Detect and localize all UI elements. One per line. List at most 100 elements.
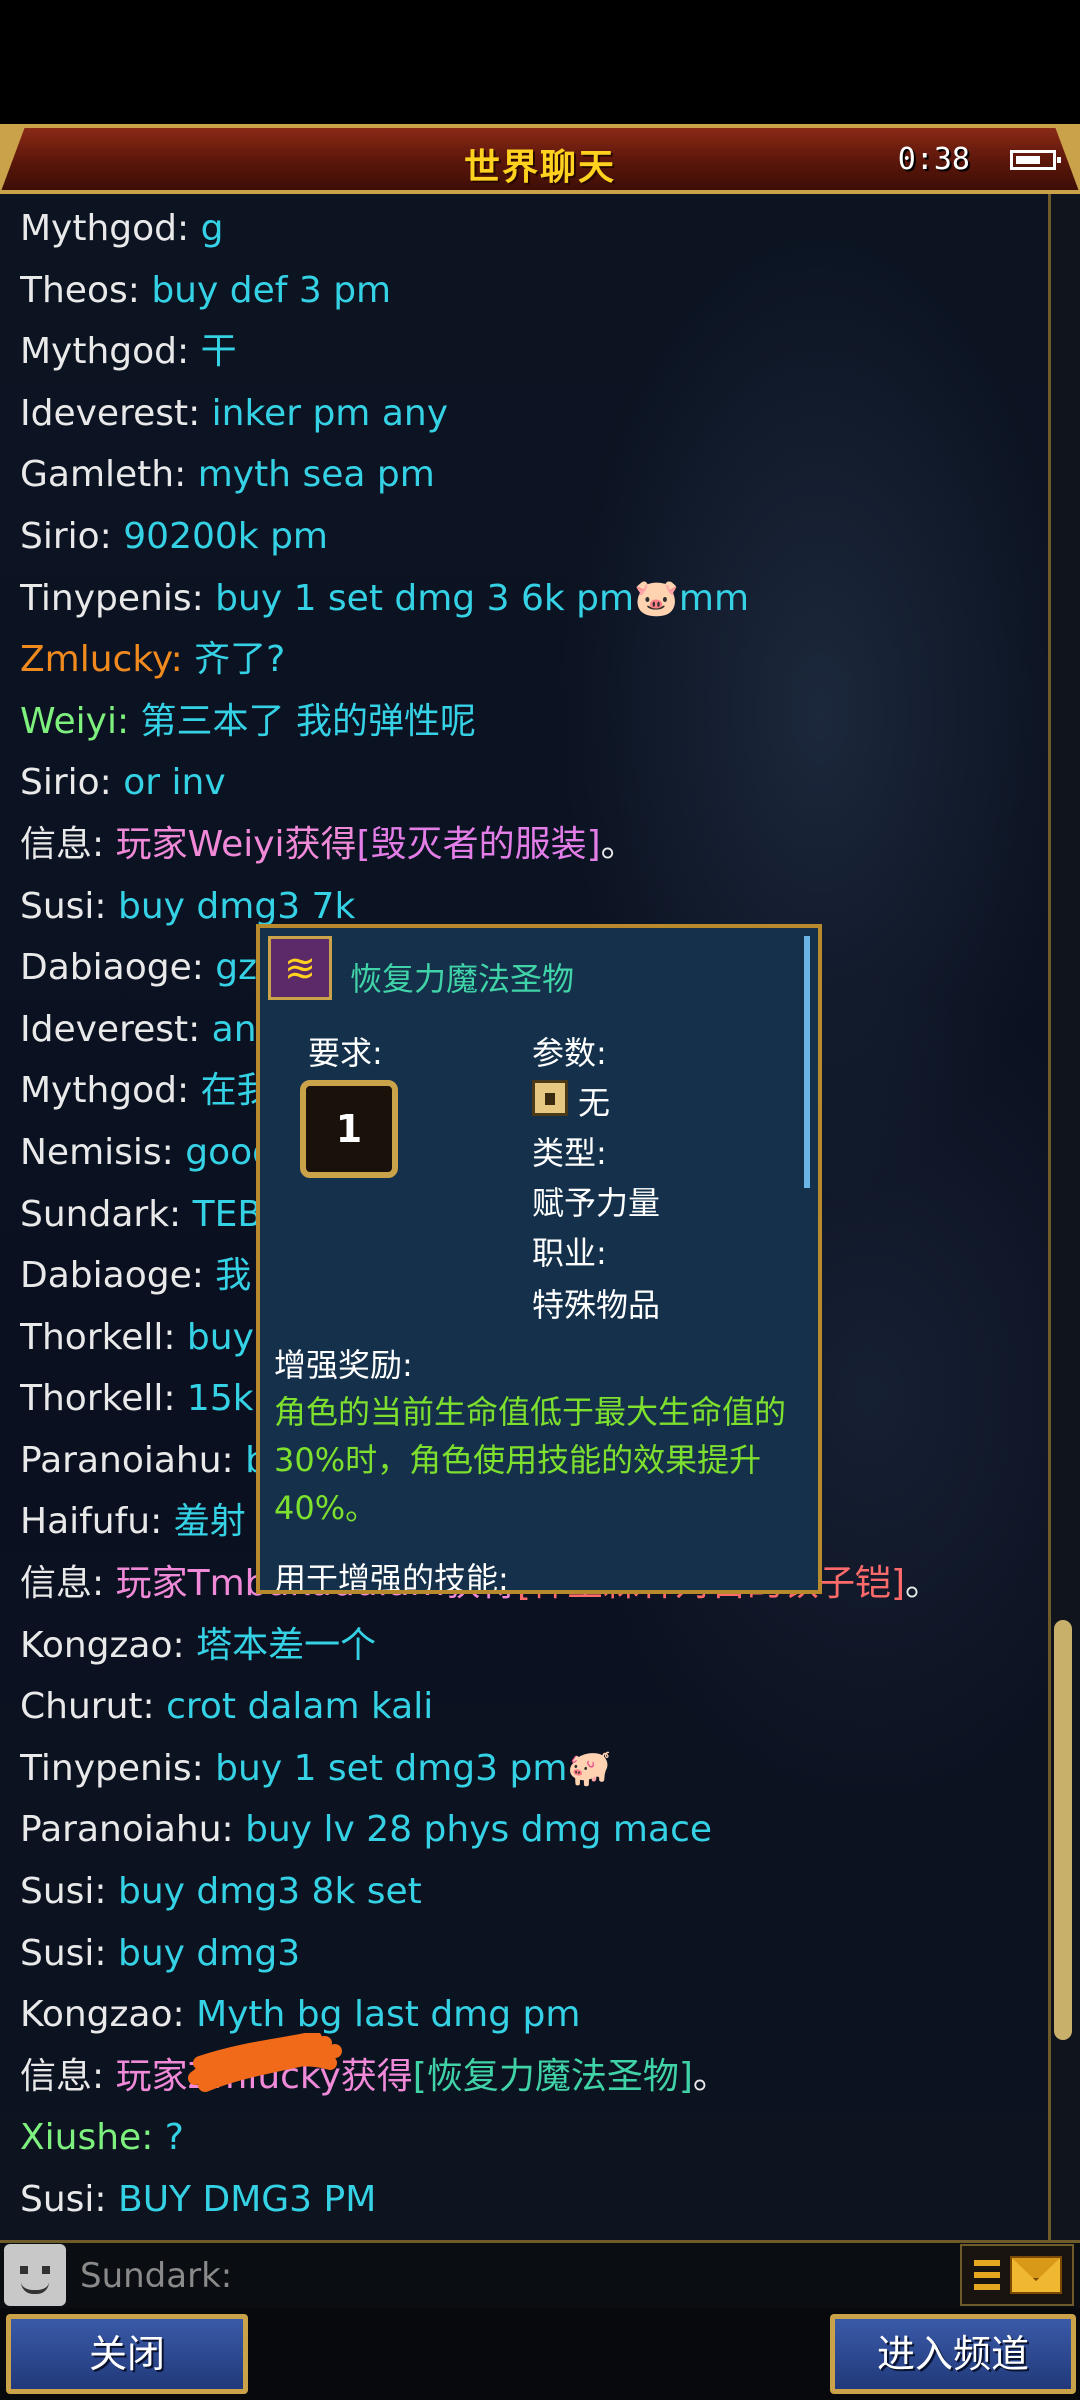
chat-sender-name[interactable]: Susi: bbox=[20, 1933, 107, 1974]
chat-sender-name[interactable]: Churut: bbox=[20, 1686, 155, 1727]
chat-message[interactable]: Zmlucky: 齐了? bbox=[20, 629, 1040, 691]
params-value: 无 bbox=[578, 1084, 611, 1122]
chat-message-suffix: 。 bbox=[600, 823, 637, 865]
close-button[interactable]: 关闭 bbox=[6, 2314, 248, 2394]
enhanced-skill-label: 用于增强的技能: bbox=[274, 1560, 509, 1594]
chat-message[interactable]: Mythgod: g bbox=[20, 198, 1040, 260]
chat-sender-name[interactable]: 信息: bbox=[20, 824, 104, 865]
chat-sender-name[interactable]: Zmlucky: bbox=[20, 639, 183, 680]
mail-button[interactable] bbox=[960, 2244, 1074, 2306]
type-value: 赋予力量 bbox=[532, 1184, 661, 1222]
chat-message[interactable]: Sirio: or inv bbox=[20, 752, 1040, 814]
chat-scrollbar-thumb[interactable] bbox=[1054, 1620, 1072, 2040]
chat-message-text: 齐了? bbox=[182, 639, 286, 681]
item-link[interactable]: [毁灭者的服装] bbox=[357, 824, 601, 865]
chat-message-text: 玩家Weiyi获得 bbox=[104, 823, 357, 865]
redaction-scribble bbox=[188, 2033, 342, 2092]
chat-message-text: BUY DMG3 PM bbox=[106, 2179, 377, 2220]
chat-message[interactable]: Kongzao: 塔本差一个 bbox=[20, 1615, 1040, 1677]
chat-sender-name[interactable]: Ideverest: bbox=[20, 393, 200, 434]
chat-message[interactable]: Theos: buy def 3 pm bbox=[20, 260, 1040, 322]
chat-message[interactable]: Paranoiahu: buy lv 28 phys dmg mace bbox=[20, 1799, 1040, 1861]
chat-sender-name[interactable]: Sirio: bbox=[20, 516, 112, 557]
chat-sender-name[interactable]: Thorkell: bbox=[20, 1317, 175, 1358]
params-label: 参数: bbox=[532, 1034, 607, 1072]
chat-message-text: 90200k pm bbox=[111, 515, 328, 557]
chat-message[interactable]: Susi: buy dmg3 bbox=[20, 1923, 1040, 1985]
level-requirement-badge: 1 bbox=[300, 1080, 398, 1178]
title-bar: 世界聊天 0:38 bbox=[0, 124, 1080, 194]
class-label: 职业: bbox=[532, 1234, 607, 1272]
chat-sender-name[interactable]: Dabiaoge: bbox=[20, 1255, 204, 1296]
chat-sender-name[interactable]: Tinypenis: bbox=[20, 578, 204, 619]
battery-icon bbox=[1010, 150, 1061, 170]
chat-message[interactable]: Xiushe: ? bbox=[20, 2107, 1040, 2169]
chat-sender-name[interactable]: Susi: bbox=[20, 2179, 107, 2220]
chat-message[interactable]: Mythgod: 干 bbox=[20, 321, 1040, 383]
chat-sender-name[interactable]: Susi: bbox=[20, 886, 107, 927]
chat-sender-name[interactable]: Mythgod: bbox=[20, 331, 189, 372]
chat-message-text: 我 bbox=[203, 1255, 252, 1297]
tooltip-scrollbar[interactable] bbox=[804, 936, 810, 1188]
chat-message-text: crot dalam kali bbox=[154, 1686, 434, 1728]
chat-sender-name[interactable]: Dabiaoge: bbox=[20, 947, 204, 988]
chat-sender-name[interactable]: Kongzao: bbox=[20, 1994, 185, 2035]
chat-message[interactable]: Susi: buy dmg3 8k set bbox=[20, 1861, 1040, 1923]
chat-sender-name[interactable]: Mythgod: bbox=[20, 208, 189, 249]
chat-sender-name[interactable]: Thorkell: bbox=[20, 1378, 175, 1419]
chat-sender-name[interactable]: Xiushe: bbox=[20, 2117, 153, 2158]
chat-sender-name[interactable]: Kongzao: bbox=[20, 1625, 185, 1666]
chat-message-text: 羞射 bbox=[162, 1501, 246, 1543]
chat-sender-name[interactable]: Tinypenis: bbox=[20, 1748, 204, 1789]
chat-message[interactable]: Sirio: 90200k pm bbox=[20, 506, 1040, 568]
chat-sender-name[interactable]: Gamleth: bbox=[20, 454, 186, 495]
chat-sender-name[interactable]: Sundark: bbox=[20, 1194, 181, 1235]
class-value: 特殊物品 bbox=[532, 1286, 661, 1324]
game-screen: 世界聊天 0:38 Mythgod: g Theos: buy def 3 pm M… bbox=[0, 0, 1080, 2400]
chat-sender-name[interactable]: 信息: bbox=[20, 1563, 104, 1604]
chat-sender-name[interactable]: 信息: bbox=[20, 2056, 104, 2097]
chat-message-text: buy bbox=[175, 1316, 254, 1358]
type-label: 类型: bbox=[532, 1134, 607, 1172]
chat-message-text: 15k bbox=[175, 1378, 254, 1420]
chat-message[interactable]: Weiyi: 第三本了 我的弹性呢 bbox=[20, 691, 1040, 753]
chat-message-text: myth sea pm bbox=[186, 454, 435, 496]
chat-message-text: buy 1 set dmg3 pm🐖 bbox=[203, 1747, 613, 1789]
enter-channel-button[interactable]: 进入频道 bbox=[830, 2314, 1076, 2394]
bonus-label: 增强奖励: bbox=[274, 1346, 413, 1384]
chat-sender-name[interactable]: Paranoiahu: bbox=[20, 1440, 234, 1481]
chat-message-text: 第三本了 我的弹性呢 bbox=[129, 700, 476, 742]
chat-message[interactable]: Tinypenis: buy 1 set dmg3 pm🐖 bbox=[20, 1738, 1040, 1800]
emoji-button[interactable] bbox=[4, 2244, 66, 2306]
relic-icon: ≋ bbox=[268, 936, 332, 1000]
chat-sender-name[interactable]: Nemisis: bbox=[20, 1132, 174, 1173]
chat-message-text: buy dmg3 8k set bbox=[106, 1871, 422, 1913]
chat-message[interactable]: Ideverest: inker pm any bbox=[20, 383, 1040, 445]
chat-sender-name[interactable]: Theos: bbox=[20, 270, 140, 311]
chat-message[interactable]: Gamleth: myth sea pm bbox=[20, 444, 1040, 506]
chat-sender-name[interactable]: Haifufu: bbox=[20, 1501, 162, 1542]
chat-message[interactable]: Churut: crot dalam kali bbox=[20, 1676, 1040, 1738]
chat-message-text: or inv bbox=[111, 762, 226, 804]
chat-message-text: g bbox=[189, 208, 224, 249]
chat-message[interactable]: Tinypenis: buy 1 set dmg 3 6k pm🐷mm bbox=[20, 568, 1040, 630]
item-tooltip[interactable]: ≋ 恢复力魔法圣物 要求: 1 参数: 无 类型: 赋予力量 职业: 特殊物品 … bbox=[256, 924, 822, 1594]
list-lines-icon bbox=[974, 2260, 1000, 2266]
chat-message-text: Myth bg last dmg pm bbox=[184, 1994, 581, 2036]
chat-sender-name[interactable]: Ideverest: bbox=[20, 1009, 200, 1050]
chat-message[interactable]: 信息: 玩家Weiyi获得[毁灭者的服装]。 bbox=[20, 814, 1040, 876]
chat-sender-name[interactable]: Weiyi: bbox=[20, 701, 129, 742]
chat-message[interactable]: Susi: BUY DMG3 PM bbox=[20, 2169, 1040, 2231]
chat-sender-name[interactable]: Susi: bbox=[20, 1871, 107, 1912]
chat-message[interactable]: 信息: 玩家Zmlucky获得[恢复力魔法圣物]。 bbox=[20, 2046, 1040, 2108]
chat-message-text: 塔本差一个 bbox=[184, 1624, 377, 1666]
chat-sender-name[interactable]: Paranoiahu: bbox=[20, 1809, 234, 1850]
chat-sender-name[interactable]: Mythgod: bbox=[20, 1070, 189, 1111]
item-name: 恢复力魔法圣物 bbox=[350, 960, 575, 998]
chat-message-text: buy dmg3 7k bbox=[106, 885, 356, 927]
chat-input-field[interactable]: Sundark: bbox=[70, 2248, 960, 2304]
chat-sender-name[interactable]: Sirio: bbox=[20, 762, 112, 803]
chat-message[interactable]: Kongzao: Myth bg last dmg pm bbox=[20, 1984, 1040, 2046]
chat-message-text: buy 1 set dmg 3 6k pm🐷mm bbox=[203, 577, 750, 619]
item-link[interactable]: [恢复力魔法圣物] bbox=[413, 2056, 693, 2097]
